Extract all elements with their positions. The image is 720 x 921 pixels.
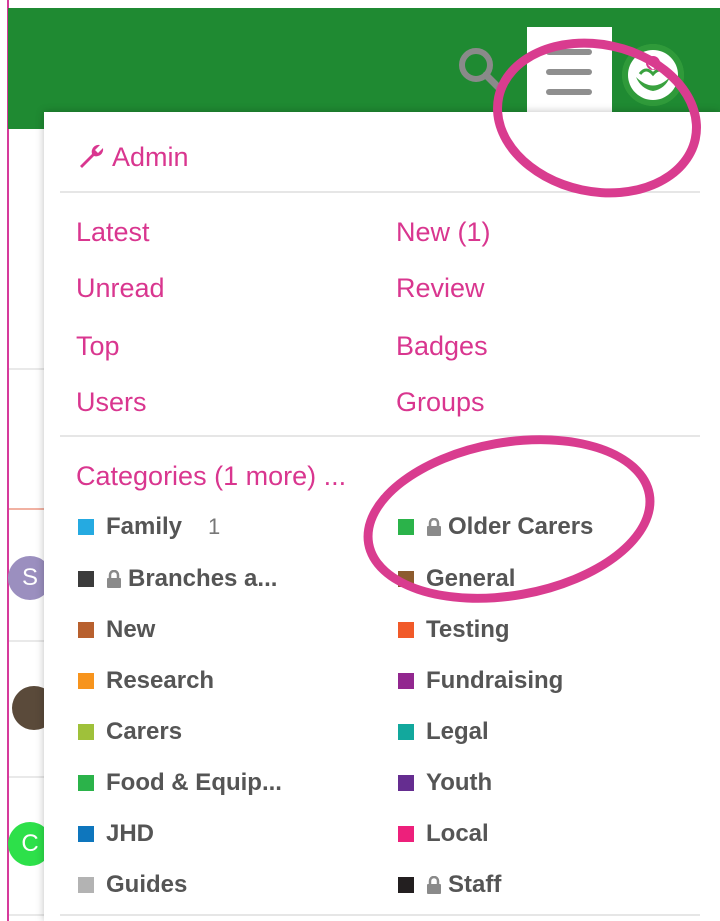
category-item[interactable]: Guides [78, 870, 187, 900]
divider [60, 914, 700, 916]
category-color-swatch [78, 571, 94, 587]
menu-link-badges[interactable]: Badges [396, 330, 488, 362]
category-name: New [106, 616, 156, 643]
category-item[interactable]: New [78, 615, 155, 645]
category-color-swatch [398, 622, 414, 638]
category-color-swatch [78, 724, 94, 740]
admin-label: Admin [112, 141, 189, 172]
category-name: Staff [448, 871, 502, 898]
category-color-swatch [398, 877, 414, 893]
category-name: Local [426, 820, 489, 847]
category-color-swatch [78, 877, 94, 893]
category-item[interactable]: Staff [398, 870, 501, 900]
admin-link[interactable]: Admin [76, 140, 189, 174]
category-name: Testing [426, 616, 510, 643]
lock-icon [106, 570, 122, 588]
category-item[interactable]: Local [398, 819, 489, 849]
category-color-swatch [398, 775, 414, 791]
category-item[interactable]: Food & Equip... [78, 768, 282, 798]
menu-link-top[interactable]: Top [76, 330, 120, 362]
menu-link-unread[interactable]: Unread [76, 272, 165, 304]
category-item[interactable]: Testing [398, 615, 510, 645]
category-item[interactable]: Carers [78, 717, 182, 747]
category-color-swatch [78, 775, 94, 791]
category-item[interactable]: Family 1 [78, 512, 220, 542]
category-color-swatch [78, 673, 94, 689]
category-color-swatch [78, 519, 94, 535]
category-name: JHD [106, 820, 155, 847]
category-item[interactable]: Youth [398, 768, 492, 798]
categories-heading-link[interactable]: Categories (1 more) ... [76, 459, 346, 493]
category-name: Legal [426, 718, 489, 745]
menu-link-users[interactable]: Users [76, 386, 147, 418]
category-name: Family [106, 513, 183, 540]
category-name: Food & Equip... [106, 769, 282, 796]
category-color-swatch [398, 826, 414, 842]
category-color-swatch [398, 673, 414, 689]
category-item[interactable]: Fundraising [398, 666, 563, 696]
menu-link-latest[interactable]: Latest [76, 216, 150, 248]
category-name: Guides [106, 871, 188, 898]
category-unread-count: 1 [208, 514, 221, 539]
divider [60, 435, 700, 437]
category-item[interactable]: Legal [398, 717, 489, 747]
menu-link-new[interactable]: New (1) [396, 216, 491, 248]
category-color-swatch [398, 724, 414, 740]
category-item[interactable]: Research [78, 666, 214, 696]
category-item[interactable]: JHD [78, 819, 154, 849]
category-item[interactable]: Branches a... [78, 564, 277, 594]
category-color-swatch [78, 622, 94, 638]
wrench-icon [80, 144, 104, 168]
category-name: Branches a... [128, 565, 278, 592]
category-name: Carers [106, 718, 183, 745]
category-name: Research [106, 667, 215, 694]
category-color-swatch [78, 826, 94, 842]
menu-link-review[interactable]: Review [396, 272, 485, 304]
lock-icon [426, 876, 442, 894]
category-name: Fundraising [426, 667, 564, 694]
menu-link-groups[interactable]: Groups [396, 386, 485, 418]
left-border [7, 0, 9, 921]
category-name: Youth [426, 769, 493, 796]
